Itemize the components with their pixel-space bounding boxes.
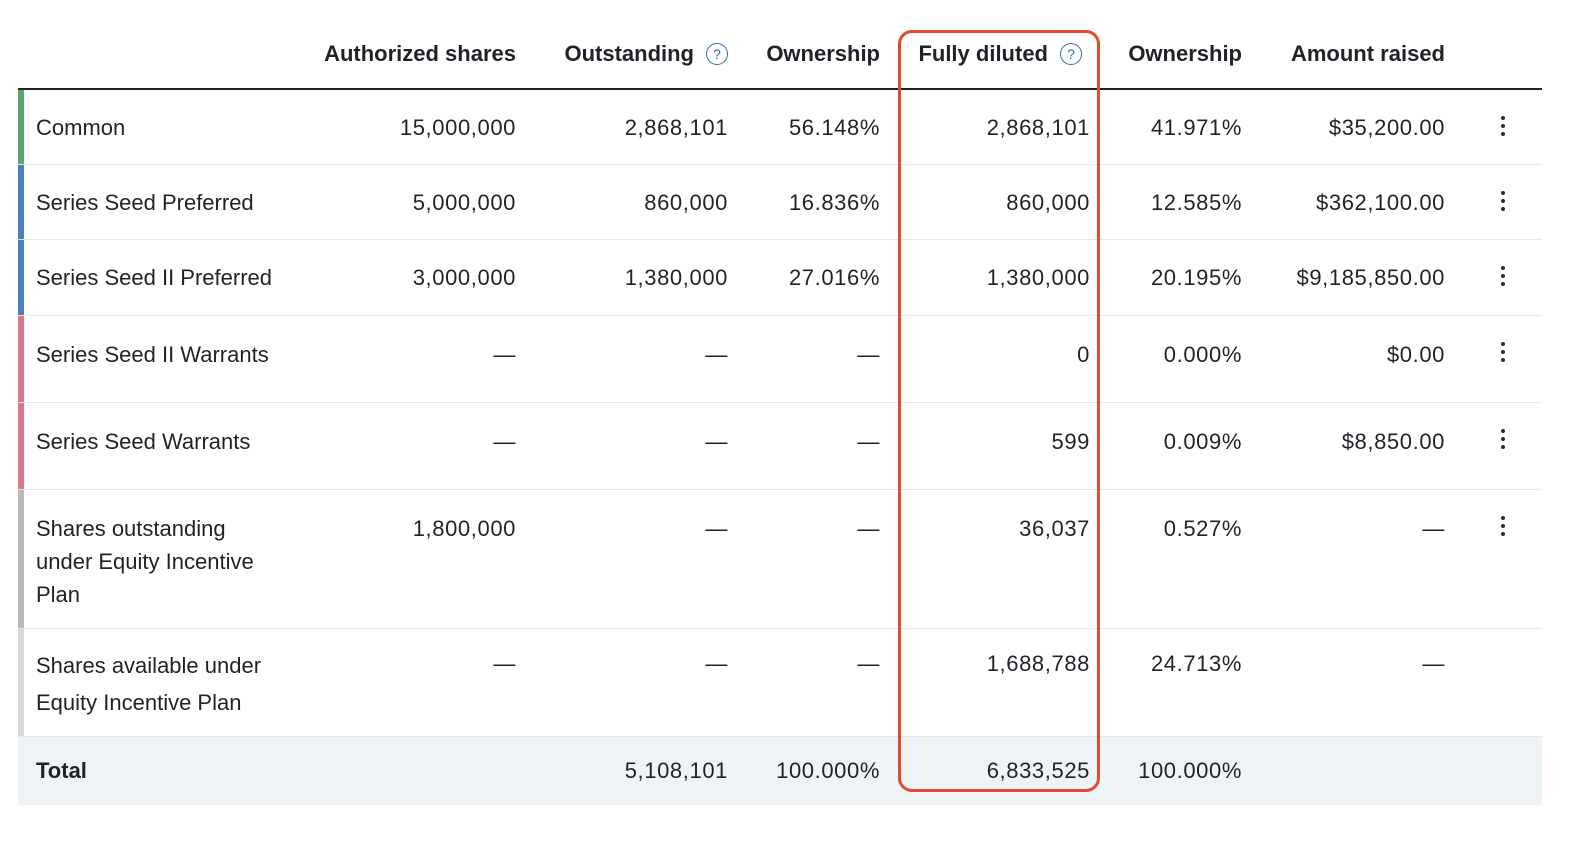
header-label: Ownership <box>766 41 880 66</box>
cell-ownership: 27.016% <box>788 265 880 290</box>
cell-outstanding: — <box>705 516 728 541</box>
header-label: Fully diluted <box>918 41 1048 66</box>
cell-outstanding: — <box>705 429 728 454</box>
cell-amount-raised: — <box>1422 651 1445 676</box>
row-class-name: Series Seed Warrants <box>36 429 251 454</box>
cell-fully-diluted: 0 <box>1077 342 1090 367</box>
more-options-icon[interactable] <box>1491 427 1515 451</box>
cell-ownership: 16.836% <box>788 190 880 215</box>
cell-fully-diluted: 1,380,000 <box>986 265 1090 290</box>
cell-amount-raised: $0.00 <box>1386 342 1445 367</box>
total-label: Total <box>36 758 87 783</box>
cell-amount-raised: $8,850.00 <box>1341 429 1445 454</box>
table-row[interactable]: Series Seed II Preferred 3,000,000 1,380… <box>18 240 1542 316</box>
header-label: Outstanding <box>564 41 694 66</box>
header-authorized-shares: Authorized shares <box>318 25 516 87</box>
cell-fully-diluted: 860,000 <box>1006 190 1090 215</box>
more-options-icon[interactable] <box>1491 189 1515 213</box>
total-outstanding: 5,108,101 <box>624 758 728 783</box>
cell-ownership: — <box>857 651 880 676</box>
cell-amount-raised: $362,100.00 <box>1316 190 1445 215</box>
table-row[interactable]: Common 15,000,000 2,868,101 56.148% 2,86… <box>18 90 1542 165</box>
cell-fully-diluted: 1,688,788 <box>986 651 1090 676</box>
cell-ownership-diluted: 20.195% <box>1150 265 1242 290</box>
total-row: Total 5,108,101 100.000% 6,833,525 100.0… <box>18 737 1542 805</box>
row-class-name: Common <box>36 115 126 140</box>
cell-authorized: 3,000,000 <box>412 265 516 290</box>
cell-ownership-diluted: 24.713% <box>1150 651 1242 676</box>
more-options-icon[interactable] <box>1491 340 1515 364</box>
row-color-bar <box>18 490 24 628</box>
cell-fully-diluted: 599 <box>1051 429 1090 454</box>
cell-authorized: — <box>493 651 516 676</box>
cell-outstanding: — <box>705 342 728 367</box>
row-class-name: Shares outstanding under Equity Incentiv… <box>36 516 254 607</box>
row-class-name: Series Seed II Warrants <box>36 342 269 367</box>
total-ownership: 100.000% <box>776 758 880 783</box>
cell-authorized: 5,000,000 <box>412 190 516 215</box>
row-color-bar <box>18 240 24 315</box>
cell-authorized: 15,000,000 <box>399 115 516 140</box>
cell-ownership-diluted: 12.585% <box>1150 190 1242 215</box>
table-row[interactable]: Series Seed Warrants — — — 599 0.009% $8… <box>18 403 1542 490</box>
cell-ownership-diluted: 0.009% <box>1163 429 1242 454</box>
more-options-icon[interactable] <box>1491 514 1515 538</box>
table-header: Authorized shares Outstanding? Ownership… <box>18 25 1542 87</box>
cell-ownership: — <box>857 516 880 541</box>
table-row[interactable]: Shares outstanding under Equity Incentiv… <box>18 490 1542 629</box>
row-class-name: Series Seed II Preferred <box>36 265 273 290</box>
cell-amount-raised: $35,200.00 <box>1328 115 1445 140</box>
cell-ownership: — <box>857 429 880 454</box>
cell-authorized: 1,800,000 <box>412 516 516 541</box>
cell-ownership: — <box>857 342 880 367</box>
header-outstanding: Outstanding? <box>538 25 728 87</box>
header-label: Authorized shares <box>324 41 516 66</box>
header-ownership-diluted: Ownership <box>1108 25 1242 87</box>
help-icon[interactable]: ? <box>1060 43 1082 65</box>
row-class-name: Shares available under Equity Incentive … <box>36 653 262 715</box>
cell-outstanding: 1,380,000 <box>624 265 728 290</box>
cell-ownership-diluted: 0.000% <box>1163 342 1242 367</box>
row-color-bar <box>18 316 24 402</box>
row-color-bar <box>18 403 24 489</box>
cell-amount-raised: — <box>1422 516 1445 541</box>
header-ownership: Ownership <box>748 25 880 87</box>
header-label: Ownership <box>1128 41 1242 66</box>
total-fully-diluted: 6,833,525 <box>986 758 1090 783</box>
header-fully-diluted: Fully diluted? <box>898 25 1082 87</box>
table-row[interactable]: Series Seed II Warrants — — — 0 0.000% $… <box>18 316 1542 403</box>
cell-fully-diluted: 2,868,101 <box>986 115 1090 140</box>
total-ownership-diluted: 100.000% <box>1138 758 1242 783</box>
cap-table: Authorized shares Outstanding? Ownership… <box>0 0 1594 854</box>
cell-authorized: — <box>493 342 516 367</box>
cell-ownership-diluted: 41.971% <box>1150 115 1242 140</box>
row-color-bar <box>18 629 24 736</box>
cell-outstanding: 860,000 <box>644 190 728 215</box>
cell-authorized: — <box>493 429 516 454</box>
header-amount-raised: Amount raised <box>1258 25 1445 87</box>
row-color-bar <box>18 90 24 164</box>
more-options-icon[interactable] <box>1491 114 1515 138</box>
table-row[interactable]: Series Seed Preferred 5,000,000 860,000 … <box>18 165 1542 240</box>
row-class-name: Series Seed Preferred <box>36 190 254 215</box>
cell-outstanding: — <box>705 651 728 676</box>
cell-ownership: 56.148% <box>788 115 880 140</box>
more-options-icon[interactable] <box>1491 264 1515 288</box>
row-color-bar <box>18 165 24 239</box>
help-icon[interactable]: ? <box>706 43 728 65</box>
cell-ownership-diluted: 0.527% <box>1163 516 1242 541</box>
header-label: Amount raised <box>1290 41 1445 66</box>
cell-amount-raised: $9,185,850.00 <box>1296 265 1445 290</box>
cell-fully-diluted: 36,037 <box>1019 516 1090 541</box>
cell-outstanding: 2,868,101 <box>624 115 728 140</box>
table-row[interactable]: Shares available under Equity Incentive … <box>18 629 1542 737</box>
